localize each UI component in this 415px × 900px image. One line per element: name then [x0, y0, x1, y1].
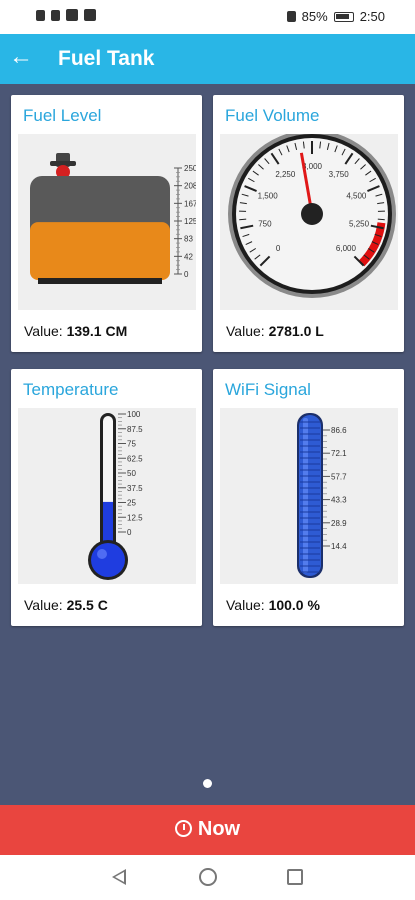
wifi-icon — [51, 9, 60, 21]
tick-label: 62.5 — [127, 454, 143, 463]
tick-label: 750 — [258, 219, 272, 228]
tick-label: 4,500 — [346, 192, 367, 201]
page-indicator-dot — [203, 779, 212, 788]
battery-percent: 85% — [301, 9, 328, 24]
tick-label: 6,000 — [336, 244, 357, 253]
wifi-bar-svg: 86.6 72.1 57.7 43.3 28.9 14.4 — [297, 413, 347, 578]
thermometer-svg: 100 87.5 75 62.5 50 37.5 25 12.5 0 — [88, 410, 143, 580]
fuel-volume-card[interactable]: Fuel Volume 0 750 1,500 2,250 3,000 3,750 4,50… — [213, 95, 404, 352]
wifi-signal-value: 100.0 % — [268, 597, 320, 613]
wifi-scale: 86.6 72.1 57.7 43.3 28.9 14.4 — [323, 426, 347, 551]
temperature-card[interactable]: Temperature 100 87.5 75 62.5 50 37.5 25 12.5 0 V… — [11, 369, 202, 626]
tick-mark — [239, 218, 247, 221]
tick-label: 25 — [127, 499, 136, 508]
back-arrow-icon[interactable]: ← — [8, 44, 34, 70]
nav-home-icon[interactable] — [199, 868, 217, 886]
app-bar: ← Fuel Tank — [0, 34, 415, 84]
tick-label: 100 — [127, 410, 141, 419]
fuel-level-value: 139.1 CM — [66, 323, 128, 339]
wifi-signal-card[interactable]: WiFi Signal 86.6 72.1 57.7 43.3 28.9 14.4 Val… — [213, 369, 404, 626]
fuel-volume-gauge: 0 750 1,500 2,250 3,000 3,750 4,500 5,250 6,000 — [220, 134, 398, 310]
battery-icon — [333, 11, 354, 22]
card-title: WiFi Signal — [225, 380, 311, 399]
fuel-level-fill — [30, 222, 170, 280]
dial-hub — [301, 203, 323, 225]
fuel-tank-gauge: 250 208 167 125 83 42 0 — [18, 134, 196, 310]
tick-label: 42 — [184, 252, 193, 261]
tick-label: 5,250 — [349, 219, 370, 228]
tick-label: 75 — [127, 440, 136, 449]
clock-icon — [174, 820, 192, 837]
tick-label: 208 — [184, 182, 196, 191]
clock-time: 2:50 — [359, 9, 385, 24]
card-title: Fuel Level — [23, 106, 102, 125]
tick-label: 57.7 — [331, 472, 347, 481]
wifi-signal-gauge: 86.6 72.1 57.7 43.3 28.9 14.4 — [220, 408, 398, 584]
signal-icon — [36, 9, 45, 21]
wifi-level-fill — [299, 415, 321, 576]
value-text: Value: 25.5 C — [24, 597, 108, 613]
nav-recents-icon[interactable] — [287, 869, 303, 885]
tick-label: 0 — [276, 244, 281, 253]
value-text: Value: 2781.0 L — [226, 323, 324, 339]
value-text: Value: 139.1 CM — [24, 323, 128, 339]
fuel-tank-svg: 250 208 167 125 83 42 0 — [30, 153, 196, 284]
tick-label: 3,750 — [329, 170, 350, 179]
tick-label: 43.3 — [331, 496, 347, 505]
system-nav-bar — [0, 855, 415, 900]
tick-label: 83 — [184, 235, 193, 244]
tick-label: 250 — [184, 164, 196, 173]
fuel-volume-value: 2781.0 L — [268, 323, 324, 339]
alarm-icon — [286, 11, 296, 22]
tick-label: 28.9 — [331, 519, 347, 528]
tick-label: 2,250 — [275, 170, 296, 179]
card-title: Temperature — [23, 380, 119, 399]
tick-label: 12.5 — [127, 513, 143, 522]
tank-scale: 250 208 167 125 83 42 0 — [174, 164, 196, 279]
fuel-level-card[interactable]: Fuel Level 250 208 167 125 83 42 0 Value: 139.… — [11, 95, 202, 352]
now-label: Now — [197, 818, 241, 840]
now-button[interactable]: Now — [0, 805, 415, 855]
tick-label: 125 — [184, 217, 196, 226]
tick-label: 167 — [184, 199, 196, 208]
thermometer-bulb — [91, 543, 125, 577]
tick-mark — [377, 218, 385, 221]
nav-back-icon[interactable] — [112, 869, 126, 885]
tick-label: 1,500 — [258, 192, 279, 201]
status-icons-left — [36, 9, 96, 21]
tick-label: 14.4 — [331, 542, 347, 551]
thermometer-scale: 100 87.5 75 62.5 50 37.5 25 12.5 0 — [118, 410, 143, 537]
linkedin-icon — [66, 9, 78, 21]
tick-label: 86.6 — [331, 426, 347, 435]
dial-svg: 07501,5002,2503,0003,7504,5005,2506,000 — [228, 134, 396, 298]
tick-label: 37.5 — [127, 484, 143, 493]
page-title: Fuel Tank — [58, 47, 155, 70]
tick-label: 87.5 — [127, 425, 143, 434]
temperature-value: 25.5 C — [66, 597, 108, 613]
tick-label: 0 — [184, 270, 189, 279]
tick-label: 50 — [127, 469, 136, 478]
value-text: Value: 100.0 % — [226, 597, 320, 613]
tick-label: 72.1 — [331, 449, 347, 458]
status-bar: 85% 2:50 — [0, 0, 415, 34]
thermometer-gauge: 100 87.5 75 62.5 50 37.5 25 12.5 0 — [18, 408, 196, 584]
tick-label: 0 — [127, 528, 132, 537]
notification-icon — [84, 9, 96, 21]
card-title: Fuel Volume — [225, 106, 320, 125]
status-icons-right: 85% 2:50 — [286, 9, 385, 24]
